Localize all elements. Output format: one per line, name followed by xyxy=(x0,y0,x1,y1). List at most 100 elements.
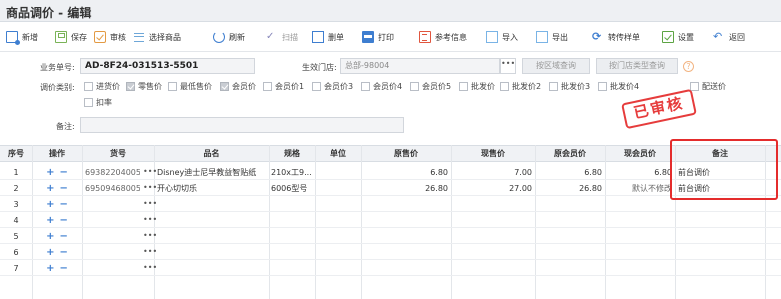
remove-row-icon[interactable]: − xyxy=(60,231,68,242)
checkbox[interactable] xyxy=(220,82,229,91)
settings-button[interactable]: 设置 xyxy=(662,29,694,45)
checkbox[interactable] xyxy=(598,82,607,91)
print-button[interactable]: 打印 xyxy=(362,29,394,45)
category-member-price[interactable]: 会员价 xyxy=(220,81,256,92)
row-no: 2 xyxy=(13,184,19,193)
page-title: 商品调价 - 编辑 xyxy=(6,6,92,20)
goods-picker-button[interactable]: ••• xyxy=(143,165,157,180)
row-ops: + − xyxy=(32,213,82,228)
store-field[interactable]: 总部-98004 xyxy=(340,58,500,74)
remove-row-icon[interactable]: − xyxy=(60,167,68,178)
category-label: 调价类别: xyxy=(40,83,75,92)
table-row[interactable]: 5 + − ••• xyxy=(0,229,781,244)
row-old-member-price: 6.80 xyxy=(584,168,602,177)
help-icon[interactable]: ? xyxy=(683,61,694,72)
category-min-price[interactable]: 最低售价 xyxy=(168,81,212,92)
new-button[interactable]: 新增 xyxy=(6,29,38,45)
refresh-button[interactable]: 刷新 xyxy=(213,29,245,45)
export-button[interactable]: 导出 xyxy=(536,29,568,45)
goods-picker-button[interactable]: ••• xyxy=(143,197,157,212)
category-retail-price[interactable]: 零售价 xyxy=(126,81,162,92)
row-unit xyxy=(317,165,360,180)
import-button[interactable]: 导入 xyxy=(486,29,518,45)
checkbox[interactable] xyxy=(459,82,468,91)
delete-doc-button[interactable]: 删单 xyxy=(312,29,344,45)
approve-icon xyxy=(94,31,106,43)
save-icon xyxy=(55,31,67,43)
add-row-icon[interactable]: + xyxy=(46,231,54,242)
row-no: 1 xyxy=(13,168,19,177)
col-spec: 规格 xyxy=(284,149,300,158)
checkbox[interactable] xyxy=(84,82,93,91)
row-old-price: 6.80 xyxy=(430,168,448,177)
remove-row-icon[interactable]: − xyxy=(60,199,68,210)
table-row[interactable]: 6 + − ••• xyxy=(0,245,781,260)
toolbar: 新增 保存 审核 选择商品 刷新 ✓ 扫描 删单 打印 参考信息 导入 导出 ⟳ 转… xyxy=(0,22,781,52)
checkbox[interactable] xyxy=(361,82,370,91)
query-by-store-type-button[interactable]: 按门店类型查询 xyxy=(596,58,678,74)
category-wholesale-price-3[interactable]: 批发价3 xyxy=(549,81,590,92)
category-purchase-price[interactable]: 进货价 xyxy=(84,81,120,92)
category-wholesale-price[interactable]: 批发价 xyxy=(459,81,495,92)
store-picker-button[interactable]: ••• xyxy=(500,58,516,74)
row-new-member-price[interactable]: 6.80 xyxy=(605,165,675,180)
approve-button[interactable]: 审核 xyxy=(94,29,126,45)
checkbox[interactable] xyxy=(500,82,509,91)
table-row[interactable]: 1 +− 6938220400543 ••• Disney迪士尼早教益智贴纸 2… xyxy=(0,165,781,180)
add-row-icon[interactable]: + xyxy=(46,167,54,178)
row-no: 6 xyxy=(13,248,19,257)
goods-picker-button[interactable]: ••• xyxy=(143,229,157,244)
checkbox[interactable] xyxy=(126,82,135,91)
add-row-icon[interactable]: + xyxy=(46,183,54,194)
category-wholesale-price-4[interactable]: 批发价4 xyxy=(598,81,639,92)
goods-picker-button[interactable]: ••• xyxy=(143,181,157,196)
query-by-region-button[interactable]: 按区域查询 xyxy=(522,58,590,74)
row-code[interactable]: 6938220400543 xyxy=(85,165,140,180)
category-wholesale-price-2[interactable]: 批发价2 xyxy=(500,81,541,92)
category-member-price-4[interactable]: 会员价4 xyxy=(361,81,402,92)
remark-field[interactable] xyxy=(80,117,404,133)
remove-row-icon[interactable]: − xyxy=(60,263,68,274)
category-delivery-price[interactable]: 配送价 xyxy=(690,81,726,92)
checkbox[interactable] xyxy=(549,82,558,91)
row-new-price[interactable]: 27.00 xyxy=(451,181,535,196)
table-row[interactable]: 7 + − ••• xyxy=(0,261,781,276)
delete-doc-icon xyxy=(312,31,324,43)
save-button[interactable]: 保存 xyxy=(55,29,87,45)
remove-row-icon[interactable]: − xyxy=(60,247,68,258)
category-member-price-3[interactable]: 会员价3 xyxy=(312,81,353,92)
back-button[interactable]: ↶ 返回 xyxy=(713,29,745,45)
table-row[interactable]: 2 +− 6950946800513 ••• 开心切切乐 6006型号 26.8… xyxy=(0,181,781,196)
row-ops: + − xyxy=(32,245,82,260)
add-row-icon[interactable]: + xyxy=(46,215,54,226)
checkbox[interactable] xyxy=(263,82,272,91)
add-row-icon[interactable]: + xyxy=(46,263,54,274)
col-old-member-price: 原会员价 xyxy=(554,149,586,158)
category-member-price-1[interactable]: 会员价1 xyxy=(263,81,304,92)
add-row-icon[interactable]: + xyxy=(46,247,54,258)
row-code[interactable]: 6950946800513 xyxy=(85,181,140,196)
row-new-price[interactable]: 7.00 xyxy=(451,165,535,180)
col-new-price: 现售价 xyxy=(481,149,505,158)
remove-row-icon[interactable]: − xyxy=(60,215,68,226)
remove-row-icon[interactable]: − xyxy=(60,183,68,194)
category-discount-rate[interactable]: 扣率 xyxy=(84,97,112,108)
checkbox[interactable] xyxy=(168,82,177,91)
row-new-member-price[interactable]: 默认不修改 xyxy=(605,181,675,196)
table-row[interactable]: 3 + − ••• xyxy=(0,197,781,212)
goods-picker-button[interactable]: ••• xyxy=(143,245,157,260)
category-member-price-5[interactable]: 会员价5 xyxy=(410,81,451,92)
add-row-icon[interactable]: + xyxy=(46,199,54,210)
goods-picker-button[interactable]: ••• xyxy=(143,261,157,276)
transfer-sample-button[interactable]: ⟳ 转传样单 xyxy=(592,29,640,45)
reference-info-button[interactable]: 参考信息 xyxy=(419,29,467,45)
row-ops: + − xyxy=(32,197,82,212)
checkbox[interactable] xyxy=(84,98,93,107)
doc-no-label: 业务单号: xyxy=(40,63,75,72)
checkbox[interactable] xyxy=(410,82,419,91)
scan-button[interactable]: ✓ 扫描 xyxy=(266,29,298,45)
table-row[interactable]: 4 + − ••• xyxy=(0,213,781,228)
select-goods-button[interactable]: 选择商品 xyxy=(133,29,181,45)
goods-picker-button[interactable]: ••• xyxy=(143,213,157,228)
checkbox[interactable] xyxy=(312,82,321,91)
